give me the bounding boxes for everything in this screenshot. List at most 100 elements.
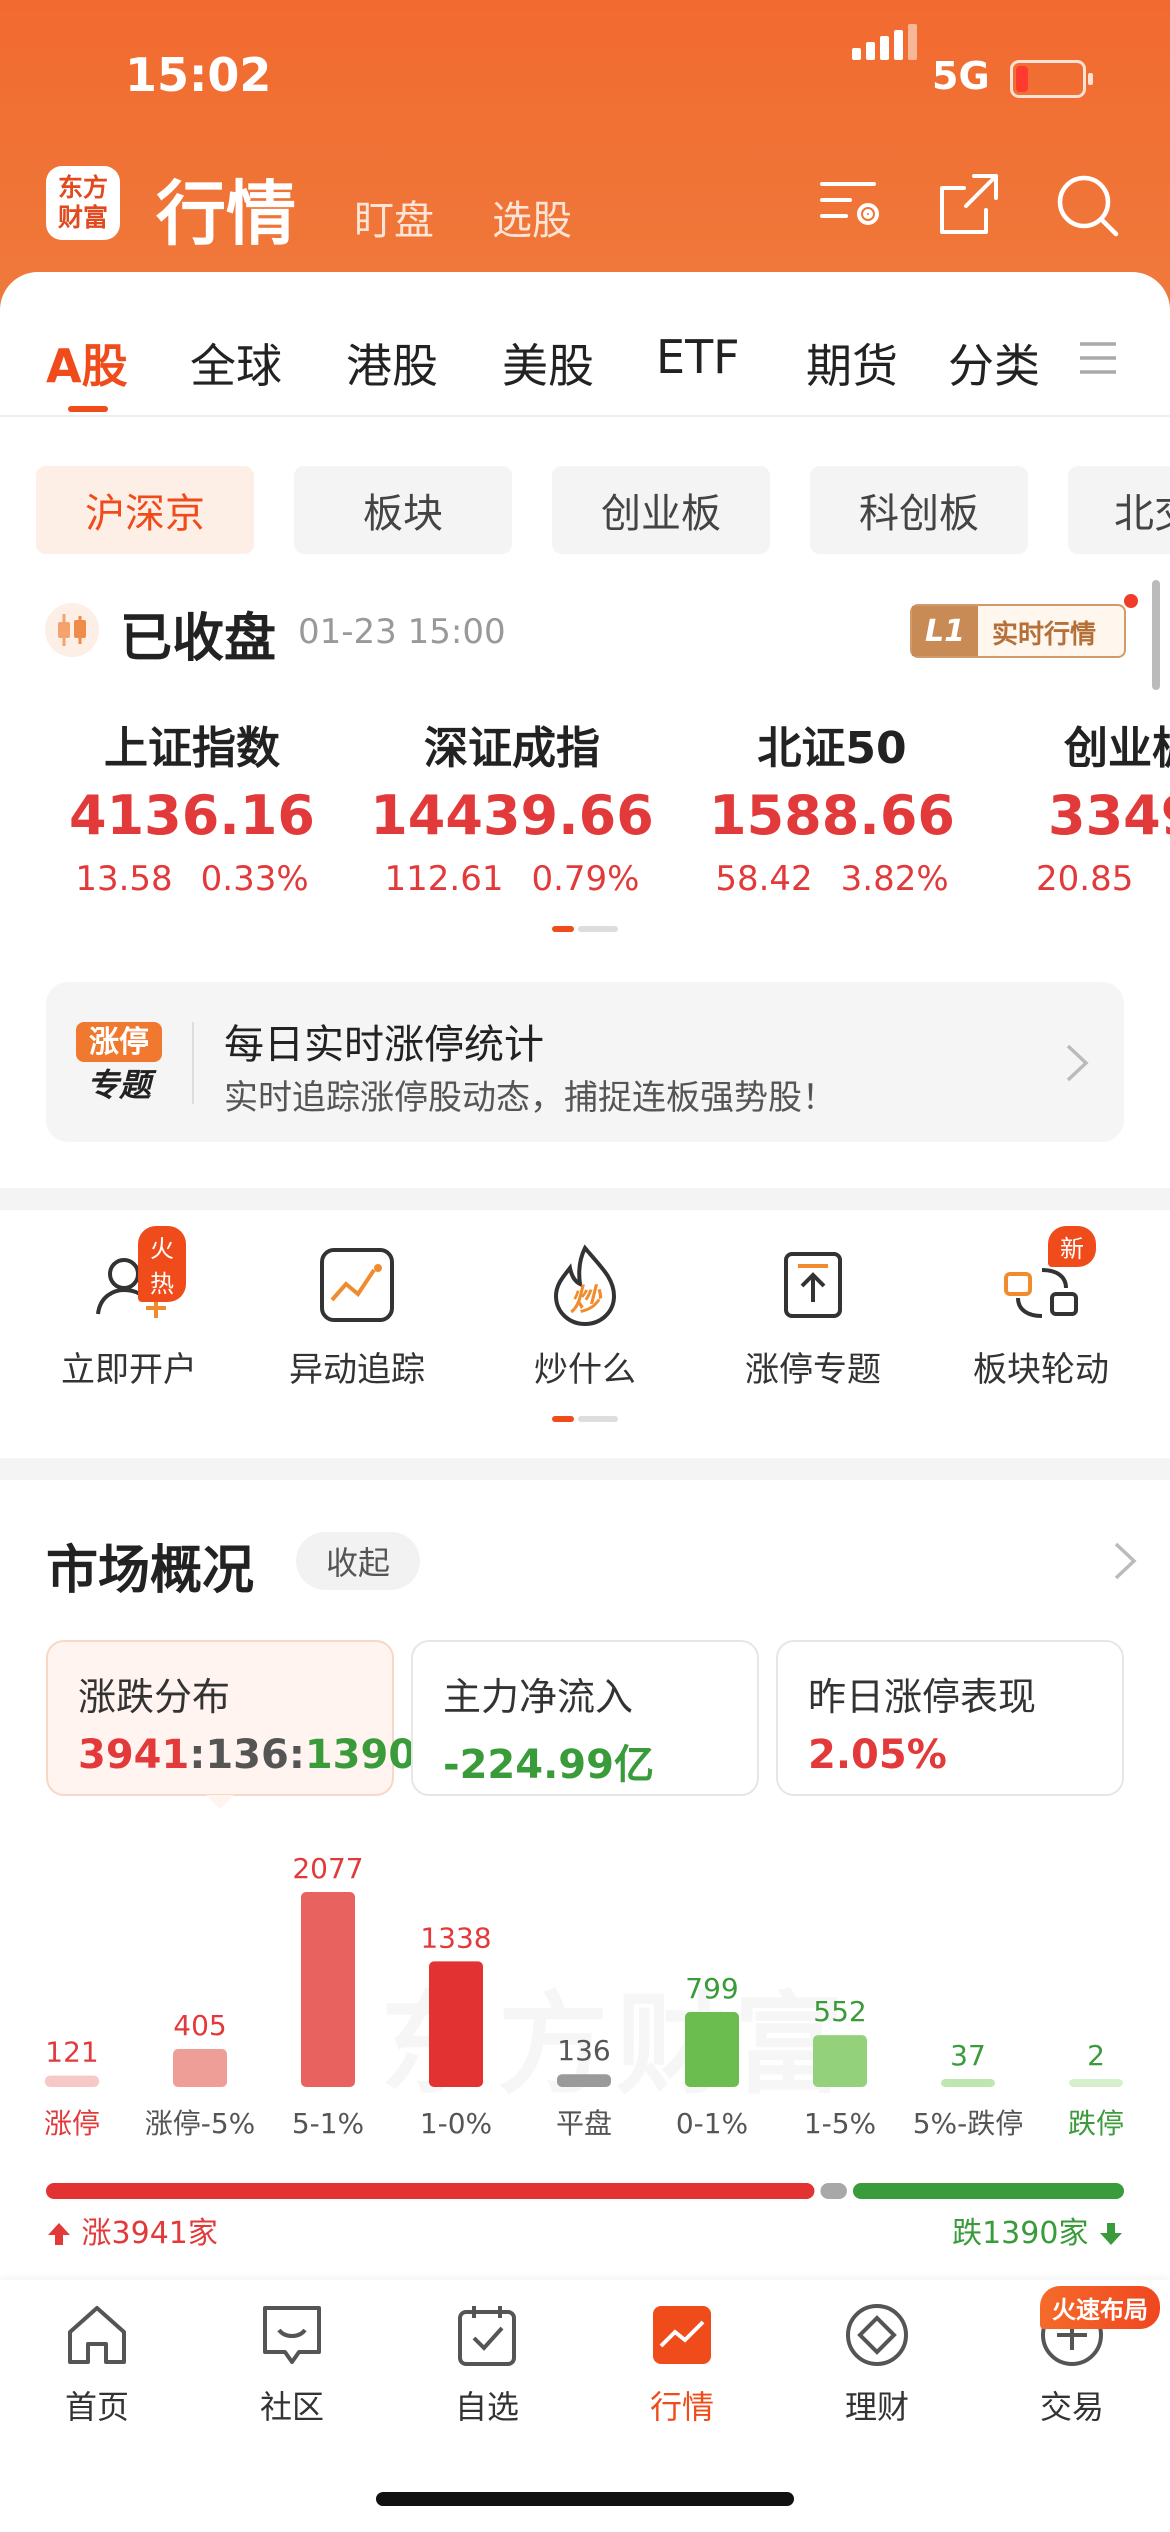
card-up-down-distribution[interactable]: 涨跌分布 3941:136:1390: [46, 1640, 416, 1796]
bar-value-label: 799: [685, 1972, 738, 2005]
ratio-down-segment: [852, 2183, 1124, 2199]
limit-up-banner[interactable]: 涨停 专题 每日实时涨停统计 实时追踪涨停股动态，捕捉连板强势股！: [46, 982, 1124, 1142]
distribution-chart: 121 涨停 405 涨停-5% 2077 5-1% 1338 1-0% 136 平盘 799 0-1…: [44, 1852, 1124, 2140]
app-header: 15:02 5G 东方财富 行情 盯盘 选股: [0, 0, 1170, 310]
bar-value-label: 121: [45, 2036, 98, 2069]
tab-etf[interactable]: ETF: [656, 330, 740, 384]
share-icon[interactable]: [934, 170, 1004, 240]
bar-6: [813, 2035, 867, 2087]
settings-list-icon[interactable]: [816, 170, 886, 240]
status-time: 15:02: [125, 48, 272, 102]
nav-market[interactable]: 行情: [617, 2300, 747, 2428]
tab-futures[interactable]: 期货: [806, 330, 898, 396]
arrow-up-icon: [48, 2223, 70, 2245]
svg-text:涨停: 涨停: [89, 1025, 149, 1060]
quick-sector-rotation[interactable]: 新 板块轮动: [926, 1226, 1156, 1391]
tab-hk[interactable]: 港股: [346, 330, 438, 396]
bar-value-label: 2: [1087, 2039, 1105, 2072]
tab-a-share[interactable]: A股: [46, 330, 128, 396]
limit-up-icon: [784, 1252, 842, 1318]
chip-star[interactable]: 科创板: [810, 466, 1028, 554]
svg-text:专题: 专题: [87, 1066, 157, 1104]
bar-value-label: 37: [950, 2039, 986, 2072]
nav-home[interactable]: 首页: [32, 2300, 162, 2428]
bar-category-label: 1-0%: [420, 2107, 492, 2140]
bar-0: [45, 2075, 99, 2087]
bar-5: [685, 2011, 739, 2087]
card-yesterday-limit-up[interactable]: 昨日涨停表现 2.05%: [776, 1640, 1124, 1796]
bar-2: [301, 1892, 355, 2087]
bar-category-label: 涨停-5%: [145, 2107, 256, 2140]
nav-community[interactable]: 社区: [227, 2300, 357, 2428]
bar-value-label: 136: [557, 2034, 610, 2067]
collapse-button[interactable]: 收起: [296, 1532, 420, 1590]
chevron-right-icon[interactable]: [1110, 1540, 1140, 1582]
market-chart-icon: [653, 2306, 711, 2364]
quick-limit-up-topic[interactable]: 涨停专题: [698, 1240, 928, 1391]
bar-value-label: 1338: [420, 1921, 491, 1954]
index-card-sz[interactable]: 深证成指 14439.66 112.61 0.79%: [352, 712, 672, 899]
menu-icon[interactable]: [1078, 338, 1118, 378]
index-card-sh[interactable]: 上证指数 4136.16 13.58 0.33%: [32, 712, 352, 899]
quick-open-account[interactable]: 火热 立即开户: [14, 1226, 244, 1391]
chip-sector[interactable]: 板块: [294, 466, 512, 554]
battery-icon: [1010, 60, 1093, 98]
down-count-label: 跌1390家: [952, 2208, 1124, 2252]
bar-category-label: 0-1%: [676, 2107, 748, 2140]
scrollbar[interactable]: [1152, 580, 1160, 690]
bar-7: [941, 2079, 995, 2087]
limit-up-badge-icon: 涨停 专题: [76, 1022, 162, 1104]
diamond-icon: [846, 2304, 908, 2366]
home-icon: [68, 2306, 126, 2364]
bar-1: [173, 2048, 227, 2087]
card-main-net-inflow[interactable]: 主力净流入 -224.99亿: [411, 1640, 759, 1796]
header-link-screener[interactable]: 选股: [492, 188, 572, 246]
chip-hushenjing[interactable]: 沪深京: [36, 466, 254, 554]
home-indicator: [376, 2492, 794, 2506]
bar-category-label: 1-5%: [804, 2107, 876, 2140]
notification-dot: [1124, 594, 1138, 608]
card-caret: [206, 1795, 234, 1809]
bar-value-label: 2077: [292, 1852, 363, 1885]
bar-value-label: 405: [173, 2009, 226, 2042]
tab-global[interactable]: 全球: [190, 330, 282, 396]
bar-4: [557, 2074, 611, 2087]
chip-bse[interactable]: 北交: [1068, 466, 1170, 554]
nav-watchlist[interactable]: 自选: [422, 2300, 552, 2428]
quick-anomaly-tracking[interactable]: 异动追踪: [242, 1240, 472, 1391]
up-down-ratio-bar: [46, 2183, 1124, 2199]
arrow-down-icon: [1100, 2223, 1122, 2245]
banner-subtitle: 实时追踪涨停股动态，捕捉连板强势股！: [224, 1078, 836, 1118]
ratio-up-segment: [46, 2183, 815, 2199]
index-card-chinext[interactable]: 创业板3349 20.85: [1036, 712, 1170, 899]
flame-icon: 炒: [553, 1244, 617, 1327]
checklist-icon: [458, 2306, 516, 2366]
tab-us[interactable]: 美股: [502, 330, 594, 396]
chat-icon: [263, 2306, 321, 2364]
hot-badge: 火热: [138, 1226, 186, 1302]
ratio-flat-segment: [820, 2183, 847, 2199]
svg-text:炒: 炒: [570, 1283, 603, 1318]
bar-category-label: 5%-跌停: [913, 2107, 1024, 2140]
bar-category-label: 跌停: [1068, 2107, 1124, 2140]
search-icon[interactable]: [1052, 170, 1122, 240]
quick-what-to-trade[interactable]: 炒 炒什么: [470, 1240, 700, 1391]
promo-badge[interactable]: 火速布局: [1040, 2286, 1160, 2329]
bar-3: [429, 1961, 483, 2087]
index-card-bz50[interactable]: 北证50 1588.66 58.42 3.82%: [672, 712, 992, 899]
tab-category[interactable]: 分类: [948, 330, 1040, 396]
section-separator: [0, 1458, 1170, 1480]
chip-chinext[interactable]: 创业板: [552, 466, 770, 554]
network-type: 5G: [932, 54, 990, 98]
l1-realtime-badge[interactable]: L1 实时行情: [910, 604, 1126, 658]
bar-8: [1069, 2079, 1123, 2087]
section-separator: [0, 1188, 1170, 1210]
app-logo: 东方财富: [46, 166, 120, 240]
chevron-right-icon: [1066, 1044, 1089, 1082]
banner-title: 每日实时涨停统计: [224, 1022, 544, 1068]
header-link-watch[interactable]: 盯盘: [354, 188, 434, 246]
candlestick-icon: [45, 603, 99, 657]
new-badge: 新: [1048, 1226, 1096, 1267]
divider: [0, 415, 1170, 417]
nav-wealth[interactable]: 理财: [812, 2300, 942, 2428]
